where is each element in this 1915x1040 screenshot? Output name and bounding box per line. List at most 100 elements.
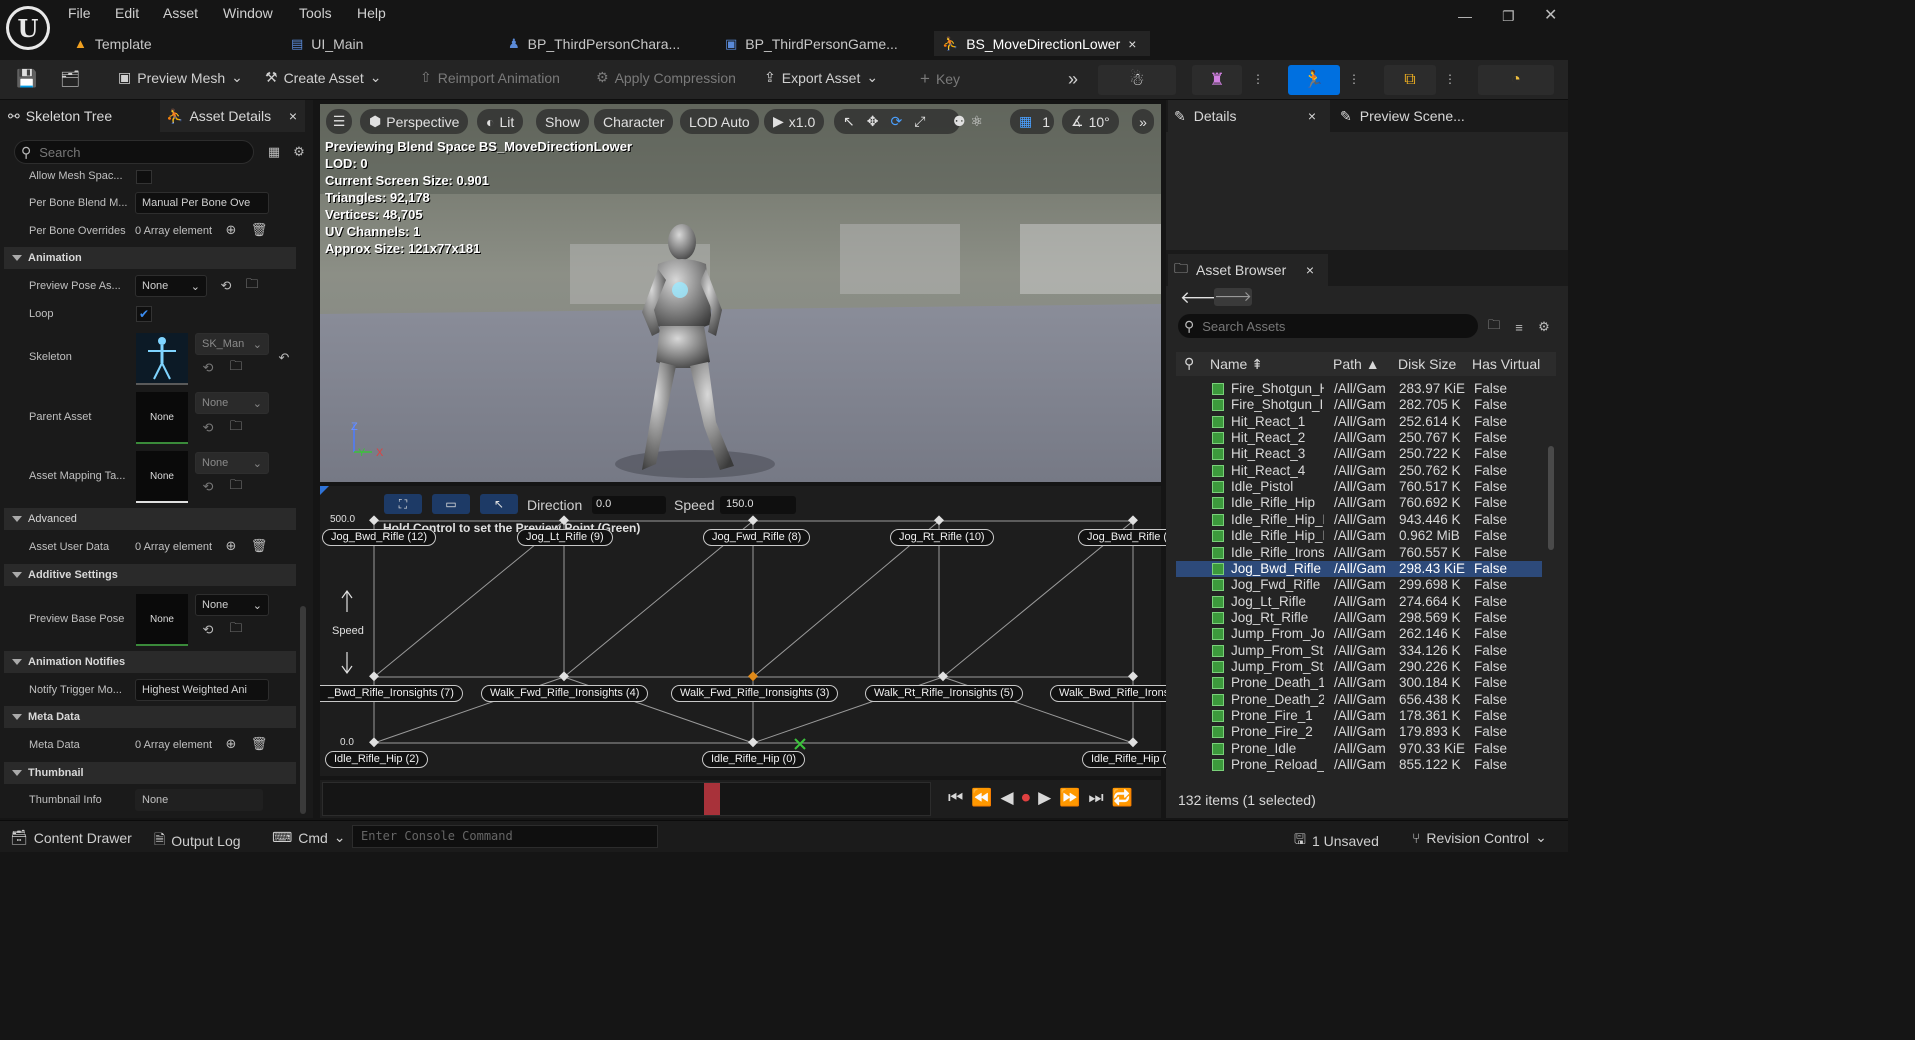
more-toolbar-icon[interactable]: »	[1068, 69, 1078, 90]
asset-row[interactable]: Hit_React_2/All/Gam 250.767 K False	[1176, 430, 1542, 446]
console-command-input[interactable]: Enter Console Command	[352, 825, 658, 848]
viewport-menu-icon[interactable]: ☰	[326, 109, 352, 134]
preview-mesh-button[interactable]: ▣ Preview Mesh ⌄	[118, 69, 243, 86]
category-advanced[interactable]: Advanced	[4, 508, 296, 530]
delete-icon[interactable]: 🗑	[251, 736, 268, 752]
preview-base-pose-dropdown[interactable]: None ⌄	[195, 594, 269, 616]
menu-help[interactable]: Help	[357, 5, 386, 21]
asset-mapping-dropdown[interactable]: None ⌄	[195, 452, 269, 474]
folder-filter-icon[interactable]: 🗀	[1486, 317, 1502, 335]
browse-icon[interactable]: 🗀	[244, 276, 260, 294]
asset-row[interactable]: Hit_React_1/All/Gam 252.614 K False	[1176, 414, 1542, 430]
show-button[interactable]: Show	[536, 109, 590, 134]
asset-row[interactable]: Prone_Death_1/All/Gam 300.184 K False	[1176, 675, 1542, 691]
category-animation[interactable]: Animation	[4, 247, 296, 269]
preview-pose-dropdown[interactable]: None ⌄	[135, 275, 207, 297]
doc-tab-ui-main[interactable]: ▤ UI_Main	[283, 31, 493, 56]
sample-node[interactable]: Jog_Bwd_Rifle (12)	[322, 529, 436, 546]
close-window-icon[interactable]: ✕	[1544, 5, 1557, 25]
sample-node[interactable]: Walk_Fwd_Rifle_Ironsights (4)	[481, 685, 649, 702]
use-selected-icon[interactable]: ⟲	[200, 479, 216, 495]
asset-list-scrollbar[interactable]	[1548, 446, 1554, 550]
asset-row[interactable]: Hit_React_4/All/Gam 250.762 K False	[1176, 463, 1542, 479]
lod-button[interactable]: LOD Auto	[680, 109, 759, 134]
perspective-button[interactable]: ⬢ Perspective	[360, 109, 469, 134]
record-icon[interactable]: ⏺	[1022, 788, 1031, 808]
viewport-more-icon[interactable]: »	[1132, 109, 1154, 134]
lit-button[interactable]: ◐ Lit	[477, 109, 524, 134]
close-tab-icon[interactable]: ×	[1128, 36, 1136, 52]
use-selected-icon[interactable]: ⟲	[218, 278, 234, 294]
loop-checkbox[interactable]: ✔	[136, 306, 152, 322]
doc-tab-bp-character[interactable]: ♟ BP_ThirdPersonChara...	[500, 31, 710, 56]
asset-row[interactable]: Jog_Lt_Rifle/All/Gam 274.664 K False	[1176, 594, 1542, 610]
details-scrollbar[interactable]	[300, 606, 306, 814]
key-button[interactable]: + Key	[920, 69, 960, 89]
asset-row[interactable]: Prone_Fire_2/All/Gam 179.893 K False	[1176, 724, 1542, 740]
notify-trigger-dropdown[interactable]: Highest Weighted Ani	[135, 679, 269, 701]
skip-to-end-icon[interactable]: ⏭	[1088, 788, 1103, 808]
step-back-icon[interactable]: ⏪	[971, 788, 992, 808]
cmd-dropdown[interactable]: ⌨ Cmd ⌄	[272, 829, 346, 846]
category-additive-settings[interactable]: Additive Settings	[4, 564, 296, 586]
reimport-animation-button[interactable]: ⇧ Reimport Animation	[420, 69, 560, 86]
browse-icon[interactable]: 🗀	[228, 477, 244, 495]
sample-node[interactable]: Idle_Rifle_Hip (2)	[325, 751, 428, 768]
asset-row[interactable]: Jog_Bwd_Rifle/All/Gam 298.43 KiE False	[1176, 560, 1542, 577]
close-tab-icon[interactable]: ×	[1308, 108, 1316, 124]
use-selected-icon[interactable]: ⟲	[200, 622, 216, 638]
skeleton-dropdown[interactable]: SK_Man ⌄	[195, 333, 269, 355]
delete-icon[interactable]: 🗑	[251, 538, 268, 554]
per-bone-blend-dropdown[interactable]: Manual Per Bone Ove	[135, 192, 269, 214]
sample-node[interactable]: Idle_Rifle_Hip (	[1082, 751, 1175, 768]
play-reverse-icon[interactable]: ◀	[1000, 788, 1013, 808]
forward-arrow-icon[interactable]: 🡒	[1214, 288, 1252, 306]
category-animation-notifies[interactable]: Animation Notifies	[4, 651, 296, 673]
column-disk-size[interactable]: Disk Size	[1398, 356, 1456, 372]
revision-control-button[interactable]: ⑂ Revision Control ⌄	[1412, 829, 1547, 846]
add-element-icon[interactable]: ⊕	[223, 222, 239, 238]
doc-tab-template[interactable]: ▲ Template	[66, 31, 276, 56]
tab-asset-browser[interactable]: 🗀 Asset Browser ×	[1168, 254, 1328, 286]
tab-preview-scene[interactable]: ✎ Preview Scene...	[1336, 100, 1496, 132]
table-view-icon[interactable]: ▦	[266, 144, 282, 160]
minimize-icon[interactable]: —	[1458, 8, 1472, 24]
grid-snap-button[interactable]: ▦ 1	[1010, 109, 1054, 134]
apply-compression-button[interactable]: ⚙ Apply Compression	[596, 69, 736, 86]
play-forward-icon[interactable]: ▶	[1038, 788, 1051, 808]
asset-row[interactable]: Jog_Rt_Rifle/All/Gam 298.569 K False	[1176, 610, 1542, 626]
asset-mapping-thumbnail[interactable]: None	[136, 451, 188, 503]
column-toggle-icon[interactable]: ⚲	[1184, 355, 1194, 372]
scrub-track[interactable]	[322, 782, 931, 816]
physics-mode-icon[interactable]: ◔	[1478, 65, 1554, 95]
asset-row[interactable]: Idle_Rifle_Hip/All/Gam 760.692 K False	[1176, 495, 1542, 511]
category-meta-data[interactable]: Meta Data	[4, 706, 296, 728]
column-name[interactable]: Name ⇞	[1210, 356, 1263, 373]
browse-icon[interactable]: 🗀	[228, 358, 244, 376]
tab-skeleton-tree[interactable]: ⚯ Skeleton Tree	[8, 100, 158, 132]
animation-mode-icon[interactable]: 🏃	[1288, 65, 1340, 95]
blueprint-mode-icon[interactable]: ⧉	[1384, 65, 1436, 95]
skeleton-mode-icon[interactable]: ☃	[1098, 65, 1176, 95]
unreal-logo-icon[interactable]: U	[6, 6, 50, 50]
asset-row[interactable]: Idle_Rifle_Hip_E/All/Gam 0.962 MiB False	[1176, 528, 1542, 544]
skip-to-start-icon[interactable]: ⏮	[948, 788, 963, 808]
asset-row[interactable]: Idle_Rifle_Irons/All/Gam 760.557 K False	[1176, 545, 1542, 561]
asset-row[interactable]: Idle_Pistol/All/Gam 760.517 K False	[1176, 479, 1542, 495]
filter-icon[interactable]: ≡	[1511, 319, 1527, 335]
skeleton-thumbnail[interactable]	[136, 333, 188, 385]
animation-mode-menu-icon[interactable]: ⋮	[1348, 72, 1360, 86]
asset-row[interactable]: Prone_Reload_I/All/Gam 855.122 K False	[1176, 757, 1542, 773]
thumbnail-info-field[interactable]: None	[135, 789, 263, 811]
add-element-icon[interactable]: ⊕	[223, 736, 239, 752]
tab-details[interactable]: ✎ Details ×	[1168, 100, 1330, 132]
asset-search-input[interactable]: ⚲ Search Assets	[1178, 314, 1478, 338]
loop-icon[interactable]: 🔁	[1112, 788, 1133, 808]
category-thumbnail[interactable]: Thumbnail	[4, 762, 296, 784]
menu-asset[interactable]: Asset	[163, 5, 198, 21]
output-log-button[interactable]: 🗎 Output Log	[154, 829, 241, 853]
add-element-icon[interactable]: ⊕	[223, 538, 239, 554]
settings-gear-icon[interactable]: ⚙	[291, 144, 307, 160]
column-path[interactable]: Path ▲	[1333, 356, 1380, 372]
menu-file[interactable]: File	[68, 5, 91, 21]
